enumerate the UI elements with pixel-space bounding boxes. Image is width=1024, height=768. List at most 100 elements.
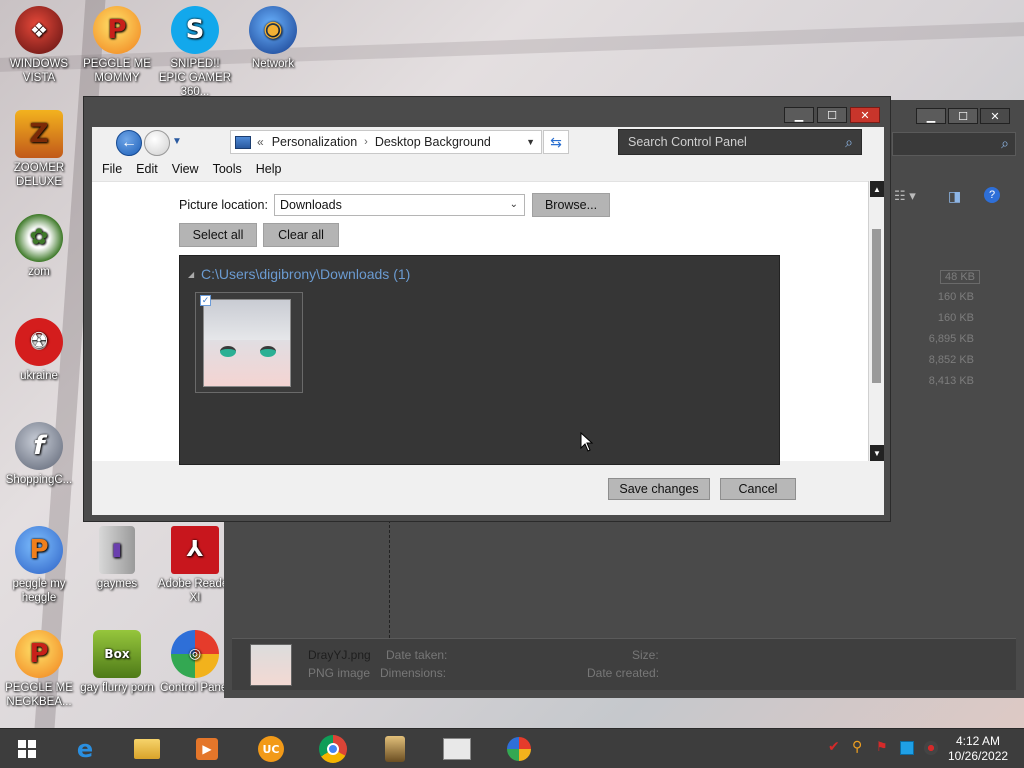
select-all-button[interactable]: Select all [179, 223, 257, 247]
desktop-icon-shoppingc[interactable]: f ShoppingC... [0, 422, 78, 487]
maximize-button[interactable]: ☐ [817, 107, 847, 123]
desktop-icon-adobe-reader[interactable]: ⅄ Adobe Reader XI [156, 526, 234, 605]
breadcrumb-desktop-background[interactable]: Desktop Background [375, 135, 491, 149]
forward-button[interactable] [144, 130, 170, 156]
close-button[interactable]: ✕ [850, 107, 880, 123]
desktop-icon-control-panel[interactable]: ◎ Control Panel [156, 630, 234, 695]
file-size: 8,852 KB [928, 354, 974, 366]
help-icon[interactable]: ? [984, 187, 1000, 203]
details-date-created-label: Date created: [587, 666, 660, 680]
desktop-icon-peggle-me-mommy[interactable]: P PEGGLE ME MOMMY [78, 6, 156, 85]
desktop-icon-peggle-my-heggle[interactable]: P peggle my heggle [0, 526, 78, 605]
bg-search-box[interactable]: ⌕ [892, 132, 1016, 156]
history-dropdown-icon[interactable]: ▼ [172, 136, 182, 147]
picture-tile[interactable]: ✓ [195, 292, 303, 393]
address-dropdown-icon[interactable]: ▼ [526, 137, 535, 147]
scroll-thumb[interactable] [872, 229, 881, 383]
zuma-icon: Z [15, 110, 63, 158]
bg-close-button[interactable]: ✕ [980, 108, 1010, 124]
control-panel-icon: ◎ [171, 630, 219, 678]
game-app-icon[interactable] [378, 733, 412, 765]
picture-checkbox[interactable]: ✓ [200, 295, 211, 306]
vertical-scrollbar[interactable]: ▲ ▼ [868, 181, 884, 461]
breadcrumb-chevron-icon[interactable]: › [364, 136, 368, 148]
vista-orb-icon[interactable] [502, 733, 536, 765]
volume-tray-icon[interactable] [924, 741, 938, 755]
address-bar[interactable]: « Personalization › Desktop Background ▼ [230, 130, 542, 154]
scroll-down-icon[interactable]: ▼ [870, 445, 884, 461]
dialog-client-area: ← ▼ « Personalization › Desktop Backgrou… [92, 127, 884, 515]
flash-icon: f [15, 422, 63, 470]
vista-icon: ❖ [15, 6, 63, 54]
network-tray-icon[interactable] [900, 741, 914, 755]
media-player-icon[interactable]: ▶ [190, 733, 224, 765]
file-explorer-icon[interactable] [130, 733, 164, 765]
chrome-icon[interactable] [316, 733, 350, 765]
collapse-group-icon[interactable]: ◢ [188, 270, 194, 279]
picture-location-value: Downloads [280, 198, 342, 212]
menu-file[interactable]: File [102, 162, 122, 176]
skype-icon: S [171, 6, 219, 54]
view-options-icon[interactable]: ☷ ▾ [894, 188, 916, 204]
group-header[interactable]: C:\Users\digibrony\Downloads (1) [201, 266, 410, 282]
desktop-icon-ukraine[interactable]: ☢ ukraine [0, 318, 78, 383]
mouse-pointer-icon [580, 432, 594, 452]
clear-all-button[interactable]: Clear all [263, 223, 339, 247]
desktop-icon-gaymes[interactable]: ▮ gaymes [78, 526, 156, 591]
back-button[interactable]: ← [116, 130, 142, 156]
picture-gallery[interactable]: ◢ C:\Users\digibrony\Downloads (1) ✓ [179, 255, 780, 465]
details-dimensions-label: Dimensions: [380, 666, 447, 680]
menu-help[interactable]: Help [256, 162, 282, 176]
breadcrumb-personalization[interactable]: Personalization [272, 135, 357, 149]
save-changes-button[interactable]: Save changes [608, 478, 710, 500]
radiation-icon: ☢ [15, 318, 63, 366]
desktop-icon-peggle-me-negkbea[interactable]: P PEGGLE ME NEGKBEA... [0, 630, 78, 709]
minimize-button[interactable]: ▁ [784, 107, 814, 123]
start-button[interactable] [10, 733, 44, 765]
file-size: 8,413 KB [928, 375, 974, 387]
search-placeholder: Search Control Panel [628, 135, 747, 149]
navigation-bar: ← ▼ « Personalization › Desktop Backgrou… [92, 127, 884, 157]
refresh-button[interactable]: ⇆ [543, 130, 569, 154]
search-tray-icon[interactable]: ⚲ [852, 738, 866, 754]
uc-browser-icon[interactable]: UC [254, 733, 288, 765]
flag-tray-icon[interactable]: ⚑ [876, 739, 890, 754]
desktop-background-window[interactable]: ▁ ☐ ✕ ← ▼ « Personalization › Desktop Ba… [83, 96, 891, 522]
desktop-icon-gay-flurry[interactable]: Box gay flurry porn [78, 630, 156, 695]
control-panel-taskbar-icon[interactable] [440, 733, 474, 765]
menu-tools[interactable]: Tools [213, 162, 242, 176]
desktop-icon-sniped[interactable]: S SNIPED!! EPIC GAMER 360... [156, 6, 234, 99]
internet-explorer-icon[interactable]: e [68, 733, 102, 765]
antivirus-tray-icon[interactable]: ✔ [828, 738, 842, 754]
clock-date: 10/26/2022 [948, 749, 1009, 763]
menu-edit[interactable]: Edit [136, 162, 158, 176]
wallpaper-thumbnail [203, 299, 291, 387]
folder-icon: ▮ [99, 526, 135, 574]
background-explorer-window[interactable]: ▁ ☐ ✕ ⌕ ☷ ▾ ◨ ? 48 KB 160 KB 160 KB 6,89… [884, 100, 1024, 698]
picture-location-select[interactable]: Downloads ⌄ [274, 194, 525, 216]
preview-pane-icon[interactable]: ◨ [948, 188, 961, 205]
desktop-icon-zoomer-deluxe[interactable]: Z ZOOMER DELUXE [0, 110, 78, 189]
windows-logo-icon [18, 740, 36, 758]
bg-maximize-button[interactable]: ☐ [948, 108, 978, 124]
search-icon[interactable]: ⌕ [845, 130, 853, 154]
peggle-icon: P [15, 526, 63, 574]
desktop-icon-network[interactable]: ◉ Network [234, 6, 312, 71]
file-size: 6,895 KB [928, 333, 974, 345]
search-icon: ⌕ [1001, 135, 1009, 151]
details-filename: DrayYJ.png [308, 648, 371, 662]
search-input[interactable]: Search Control Panel ⌕ [618, 129, 862, 155]
adobe-reader-icon: ⅄ [171, 526, 219, 574]
cancel-button[interactable]: Cancel [720, 478, 796, 500]
back-arrow-icon: ← [121, 134, 137, 151]
taskbar-clock[interactable]: 4:12 AM 10/26/2022 [948, 734, 1008, 764]
browse-button[interactable]: Browse... [532, 193, 610, 217]
menu-view[interactable]: View [172, 162, 199, 176]
bg-minimize-button[interactable]: ▁ [916, 108, 946, 124]
desktop-icon-zom[interactable]: ✿ zom [0, 214, 78, 279]
plant-icon: ✿ [15, 214, 63, 262]
desktop-icon-windows-vista[interactable]: ❖ WINDOWS VISTA [0, 6, 78, 85]
breadcrumb-overflow-icon[interactable]: « [257, 135, 264, 149]
clock-time: 4:12 AM [955, 734, 1001, 748]
scroll-up-icon[interactable]: ▲ [870, 181, 884, 197]
